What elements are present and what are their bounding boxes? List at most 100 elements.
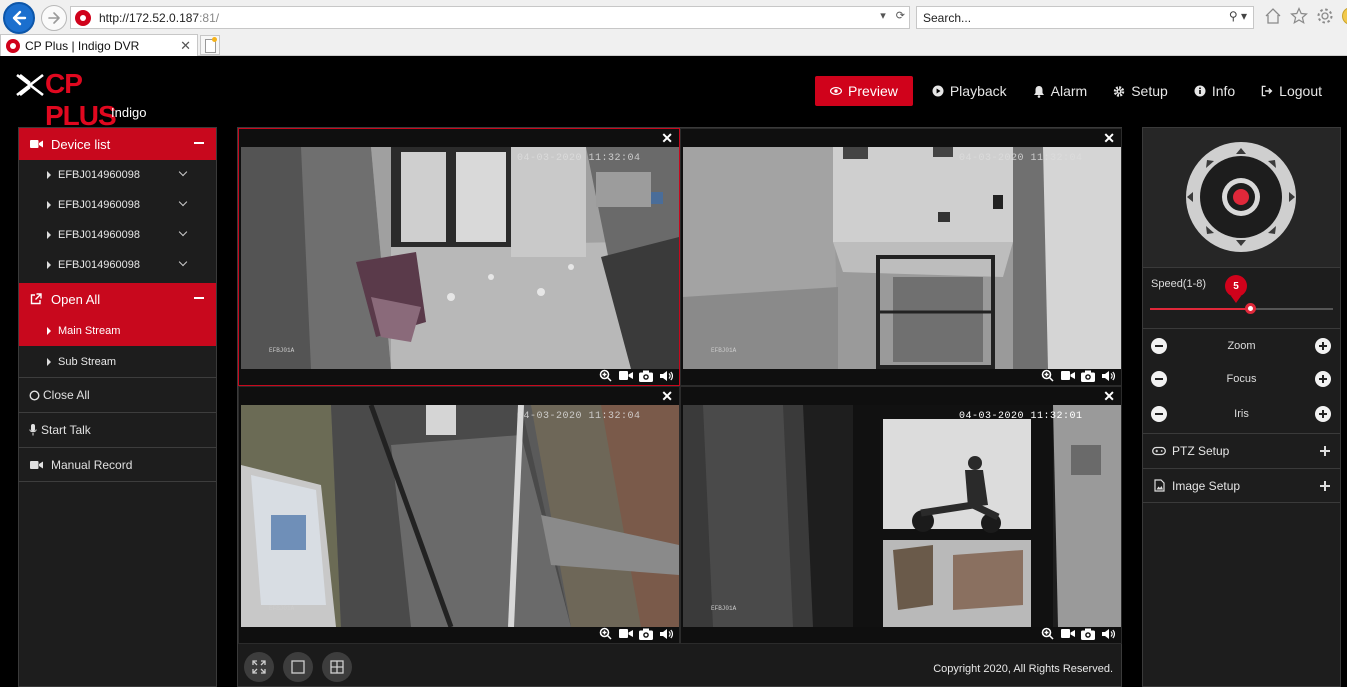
video-cell-3[interactable]: ✕ 04-03-2020 11:32:04 EFBJ01A <box>238 386 680 644</box>
image-setup-label: Image Setup <box>1172 478 1241 493</box>
zoom-in-icon[interactable] <box>1040 369 1055 383</box>
close-icon[interactable]: ✕ <box>661 388 673 404</box>
device-item[interactable]: EFBJ014960098 <box>19 190 216 220</box>
chevron-down-icon[interactable] <box>178 167 188 177</box>
video-cell-1[interactable]: ✕ 04-03-2020 11:32:04 EFBJ01A <box>238 128 680 386</box>
sub-stream-option[interactable]: Sub Stream <box>19 346 216 377</box>
close-all-button[interactable]: Close All <box>19 377 216 412</box>
device-item[interactable]: EFBJ014960098 <box>19 220 216 250</box>
logo-mark-icon <box>16 73 44 97</box>
record-icon[interactable] <box>618 369 633 383</box>
video-cell-2[interactable]: ✕ 04-03-2020 11:32:04 EFBJ01A <box>680 128 1122 386</box>
volume-icon[interactable] <box>658 369 673 383</box>
main-stream-option[interactable]: Main Stream <box>19 315 216 346</box>
zoom-out-button[interactable] <box>1151 338 1167 354</box>
url-port: :81/ <box>199 10 220 25</box>
open-all-header[interactable]: Open All <box>19 283 216 315</box>
address-bar[interactable]: http://172.52.0.187:81/ ▾ ⟳ <box>70 6 910 29</box>
nav-setup[interactable]: Setup <box>1100 76 1181 106</box>
smiley-icon[interactable] <box>1342 6 1347 26</box>
expand-plus-icon[interactable] <box>1320 446 1330 456</box>
sub-stream-label: Sub Stream <box>58 355 117 368</box>
nav-info[interactable]: Info <box>1181 76 1248 106</box>
volume-icon[interactable] <box>1100 369 1115 383</box>
ptz-setup-label: PTZ Setup <box>1172 444 1230 458</box>
close-icon[interactable]: ✕ <box>180 38 191 54</box>
camera-image-3 <box>241 405 679 627</box>
manual-record-button[interactable]: Manual Record <box>19 447 216 482</box>
volume-icon[interactable] <box>658 627 673 641</box>
fullscreen-button[interactable] <box>244 652 274 682</box>
collapse-icon[interactable] <box>194 297 204 299</box>
camera-snapshot-icon[interactable] <box>638 627 653 641</box>
quad-view-button[interactable] <box>322 652 352 682</box>
start-talk-button[interactable]: Start Talk <box>19 412 216 447</box>
iris-label: Iris <box>1234 408 1249 420</box>
start-talk-label: Start Talk <box>41 423 91 437</box>
dropdown-icon[interactable]: ▾ <box>880 9 886 22</box>
ptz-setup-row[interactable]: PTZ Setup <box>1143 433 1340 468</box>
search-input[interactable]: Search... ⚲ ▾ <box>916 6 1254 29</box>
speed-slider-handle[interactable] <box>1245 303 1256 314</box>
zoom-in-button[interactable] <box>1315 338 1331 354</box>
device-list-header[interactable]: Device list <box>19 128 216 160</box>
chevron-down-icon[interactable] <box>178 227 188 237</box>
close-icon[interactable]: ✕ <box>1103 388 1115 404</box>
camera-snapshot-icon[interactable] <box>638 369 653 383</box>
zoom-label: Zoom <box>1227 339 1256 352</box>
new-tab-button[interactable] <box>200 35 220 55</box>
camera-feed-4[interactable] <box>683 405 1121 627</box>
url-host: http://172.52.0.187 <box>99 10 200 25</box>
forward-button[interactable] <box>41 5 67 31</box>
nav-alarm[interactable]: Alarm <box>1020 76 1101 106</box>
focus-in-button[interactable] <box>1315 371 1331 387</box>
main-nav: Preview Playback Alarm Setup Info Logout <box>815 76 1335 106</box>
camera-snapshot-icon[interactable] <box>1080 627 1095 641</box>
zoom-in-icon[interactable] <box>1040 627 1055 641</box>
tab-active[interactable]: CP Plus | Indigo DVR ✕ <box>0 34 198 56</box>
refresh-icon[interactable]: ⟳ <box>896 9 905 22</box>
zoom-in-icon[interactable] <box>598 627 613 641</box>
nav-playback[interactable]: Playback <box>919 76 1020 106</box>
collapse-icon[interactable] <box>194 142 204 144</box>
ptz-dial-area <box>1143 128 1340 268</box>
nav-logout-label: Logout <box>1279 83 1322 99</box>
iris-open-button[interactable] <box>1315 406 1331 422</box>
expand-plus-icon[interactable] <box>1320 481 1330 491</box>
search-icon[interactable]: ⚲ ▾ <box>1229 9 1247 23</box>
volume-icon[interactable] <box>1100 627 1115 641</box>
nav-preview[interactable]: Preview <box>815 76 913 106</box>
video-cell-4[interactable]: ✕ 04-03-2020 11:32:01 EFBJ01A <box>680 386 1122 644</box>
star-icon[interactable] <box>1290 6 1308 26</box>
record-icon[interactable] <box>1060 627 1075 641</box>
iris-close-button[interactable] <box>1151 406 1167 422</box>
camera-feed-1[interactable] <box>241 147 679 369</box>
single-view-button[interactable] <box>283 652 313 682</box>
nav-alarm-label: Alarm <box>1050 83 1088 99</box>
back-button[interactable] <box>3 2 35 34</box>
video-camera-icon <box>29 138 43 150</box>
chevron-down-icon[interactable] <box>178 257 188 267</box>
device-item[interactable]: EFBJ014960098 <box>19 250 216 280</box>
device-item[interactable]: EFBJ014960098 <box>19 160 216 190</box>
close-icon[interactable]: ✕ <box>661 130 673 146</box>
gear-icon[interactable] <box>1316 6 1334 26</box>
speed-slider[interactable]: 5 <box>1150 275 1333 314</box>
nav-logout[interactable]: Logout <box>1248 76 1335 106</box>
zoom-in-icon[interactable] <box>598 369 613 383</box>
close-icon[interactable]: ✕ <box>1103 130 1115 146</box>
circle-icon <box>29 389 40 401</box>
ptz-direction-dial[interactable] <box>1143 128 1340 268</box>
chevron-down-icon[interactable] <box>178 197 188 207</box>
record-icon[interactable] <box>1060 369 1075 383</box>
record-icon[interactable] <box>618 627 633 641</box>
camera-feed-3[interactable] <box>241 405 679 627</box>
camera-snapshot-icon[interactable] <box>1080 369 1095 383</box>
camera-feed-2[interactable] <box>683 147 1121 369</box>
focus-out-button[interactable] <box>1151 371 1167 387</box>
layout-controls <box>244 652 352 682</box>
image-setup-row[interactable]: Image Setup <box>1143 468 1340 503</box>
nav-info-label: Info <box>1211 83 1236 99</box>
image-icon <box>1152 479 1166 492</box>
home-icon[interactable] <box>1264 6 1282 26</box>
